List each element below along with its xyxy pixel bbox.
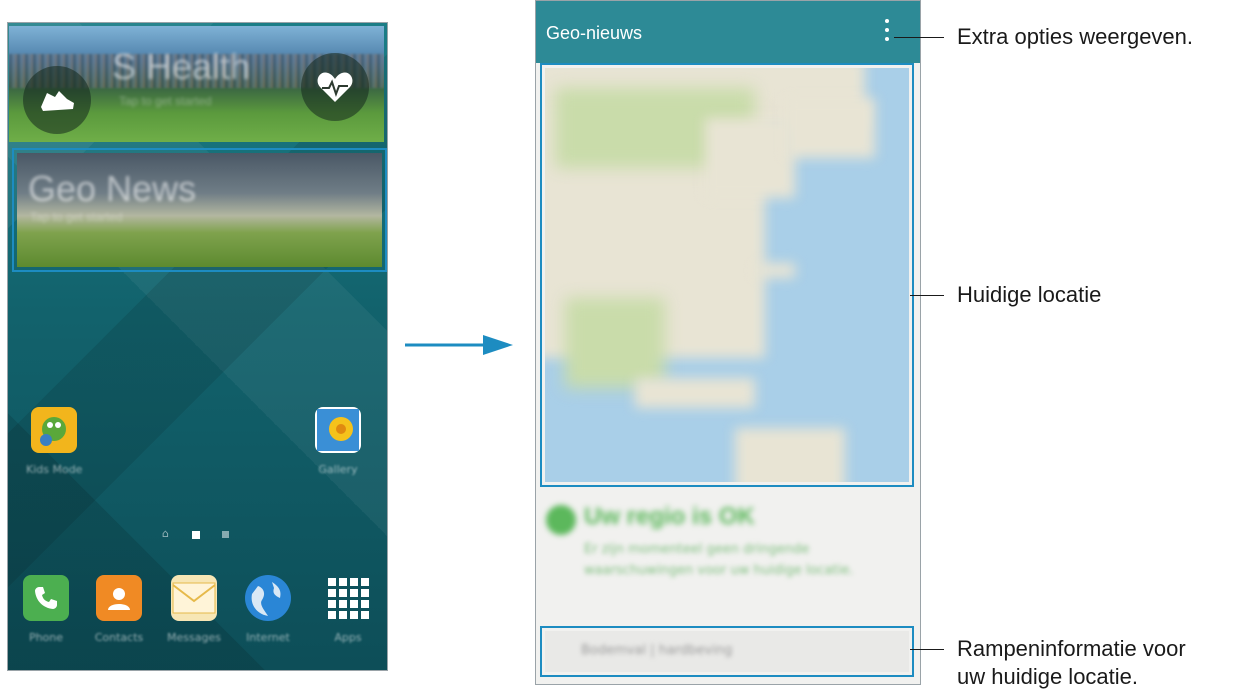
- dock-contacts[interactable]: Contacts: [91, 575, 147, 644]
- callout-line-location: [910, 295, 944, 296]
- kids-mode-icon: [31, 407, 77, 453]
- status-ok-icon: [546, 505, 576, 535]
- app-title: Geo-nieuws: [546, 23, 643, 43]
- status-text: Er zijn momenteel geen dringende waarsch…: [584, 542, 854, 578]
- callout-options: Extra opties weergeven.: [957, 24, 1194, 49]
- geo-news-card[interactable]: Geo News Tap to get started: [12, 148, 387, 272]
- geo-news-screen: Geo-nieuws Uw regio is OK Er zijn moment…: [535, 0, 921, 685]
- app-label: Kids Mode: [26, 463, 83, 476]
- gallery-icon: [315, 407, 361, 453]
- overflow-menu-icon[interactable]: [883, 19, 891, 47]
- shoe-icon[interactable]: [23, 66, 91, 134]
- callout-disaster-line2: uw huidige locatie.: [957, 664, 1139, 689]
- disaster-info-highlight: Bodemval | hardbeving: [540, 626, 914, 677]
- map-highlight: [540, 63, 914, 487]
- app-label: Phone: [28, 631, 64, 644]
- current-location-map[interactable]: [545, 68, 909, 482]
- dock-messages[interactable]: Messages: [166, 575, 222, 644]
- shealth-card[interactable]: S Health Tap to get started: [9, 26, 384, 142]
- disaster-info-label: Bodemval | hardbeving: [581, 643, 733, 658]
- app-label: Contacts: [94, 631, 144, 644]
- app-bar: Geo-nieuws: [536, 1, 920, 63]
- dock-apps[interactable]: Apps: [320, 575, 376, 644]
- geo-news-subtitle: Tap to get started: [30, 210, 123, 224]
- home-page-icon: ⌂: [162, 527, 169, 540]
- app-kids-mode[interactable]: Kids Mode: [26, 407, 82, 476]
- dock-internet[interactable]: Internet: [240, 575, 296, 644]
- globe-icon: [245, 575, 291, 621]
- phone-icon: [23, 575, 69, 621]
- messages-icon: [171, 575, 217, 621]
- region-status-card: Uw regio is OK Er zijn momenteel geen dr…: [536, 493, 920, 633]
- app-label: Apps: [334, 631, 362, 644]
- dock-phone[interactable]: Phone: [18, 575, 74, 644]
- status-title: Uw regio is OK: [584, 503, 755, 530]
- heart-icon[interactable]: [301, 53, 369, 121]
- shealth-title: S Health: [112, 46, 251, 87]
- callout-location: Huidige locatie: [957, 282, 1102, 307]
- page-dot-active: [192, 531, 200, 539]
- app-gallery[interactable]: Gallery: [310, 407, 366, 476]
- app-label: Gallery: [318, 463, 358, 476]
- contacts-icon: [96, 575, 142, 621]
- page-dot: [222, 531, 229, 538]
- arrow-right-icon: [405, 335, 513, 355]
- disaster-info-item[interactable]: Bodemval | hardbeving: [545, 631, 909, 672]
- geo-news-title: Geo News: [28, 168, 197, 209]
- callout-line-options: [894, 37, 944, 38]
- shealth-subtitle: Tap to get started: [119, 94, 212, 108]
- callout-line-disaster: [910, 649, 944, 650]
- app-label: Internet: [246, 631, 290, 644]
- callout-disaster-line1: Rampeninformatie voor: [957, 636, 1186, 661]
- home-screen: S Health Tap to get started Geo News Tap…: [7, 22, 388, 671]
- apps-grid-icon: [325, 575, 371, 621]
- app-label: Messages: [167, 631, 221, 644]
- page-indicator[interactable]: ⌂: [162, 527, 242, 542]
